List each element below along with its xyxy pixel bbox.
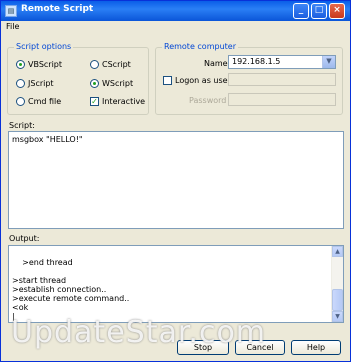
remote-computer-group: Remote computer Name 192.168.1.5 ▼ Logon…: [155, 42, 343, 115]
output-scrollbar[interactable]: ▲ ▼: [331, 246, 343, 322]
watermark: UpdateStar.com: [11, 315, 267, 350]
cscript-radio[interactable]: [90, 60, 99, 69]
app-icon: ▤: [5, 5, 17, 17]
chevron-down-icon[interactable]: ▼: [322, 56, 335, 68]
cmd-file-label: Cmd file: [28, 97, 62, 106]
cscript-label: CScript: [102, 60, 131, 69]
name-label: Name: [204, 59, 228, 68]
menu-bar: File: [1, 21, 350, 34]
cmd-file-radio[interactable]: [16, 97, 25, 106]
scroll-thumb[interactable]: [332, 289, 343, 311]
vbscript-radio[interactable]: [16, 60, 25, 69]
script-text: msgbox "HELLO!": [12, 135, 83, 144]
jscript-radio[interactable]: [16, 79, 25, 88]
output-text: >end thread >start thread >establish con…: [12, 258, 130, 321]
title-bar[interactable]: ▤ Remote Script _ □ ×: [1, 1, 350, 21]
maximize-button[interactable]: □: [311, 3, 327, 19]
script-options-legend: Script options: [14, 42, 74, 51]
username-field[interactable]: [228, 73, 336, 86]
close-button[interactable]: ×: [329, 3, 345, 19]
vbscript-label: VBScript: [28, 60, 63, 69]
minimize-button[interactable]: _: [293, 3, 309, 19]
interactive-label: Interactive: [102, 97, 146, 106]
wscript-radio[interactable]: [90, 79, 99, 88]
scroll-down-icon[interactable]: ▼: [332, 311, 343, 322]
script-label: Script:: [9, 121, 35, 130]
window-title: Remote Script: [21, 4, 94, 14]
menu-file[interactable]: File: [6, 22, 19, 31]
output-label: Output:: [9, 234, 40, 243]
output-log[interactable]: >end thread >start thread >establish con…: [8, 245, 344, 323]
name-combobox[interactable]: 192.168.1.5 ▼: [228, 55, 336, 69]
interactive-checkbox[interactable]: ✓: [90, 97, 99, 106]
help-button[interactable]: Help: [291, 340, 341, 355]
jscript-label: JScript: [28, 79, 54, 88]
remote-script-window: ▤ Remote Script _ □ × File Script option…: [0, 0, 351, 362]
remote-computer-legend: Remote computer: [162, 42, 238, 51]
scroll-up-icon[interactable]: ▲: [332, 246, 343, 257]
password-field[interactable]: [228, 93, 336, 106]
wscript-label: WScript: [102, 79, 134, 88]
script-editor[interactable]: msgbox "HELLO!": [8, 131, 344, 229]
logon-as-user-checkbox[interactable]: [163, 76, 172, 85]
logon-as-user-label: Logon as user: [175, 76, 231, 85]
name-value: 192.168.1.5: [232, 57, 281, 66]
script-options-group: Script options VBScript CScript JScript …: [7, 42, 149, 115]
password-label: Password: [189, 96, 227, 105]
